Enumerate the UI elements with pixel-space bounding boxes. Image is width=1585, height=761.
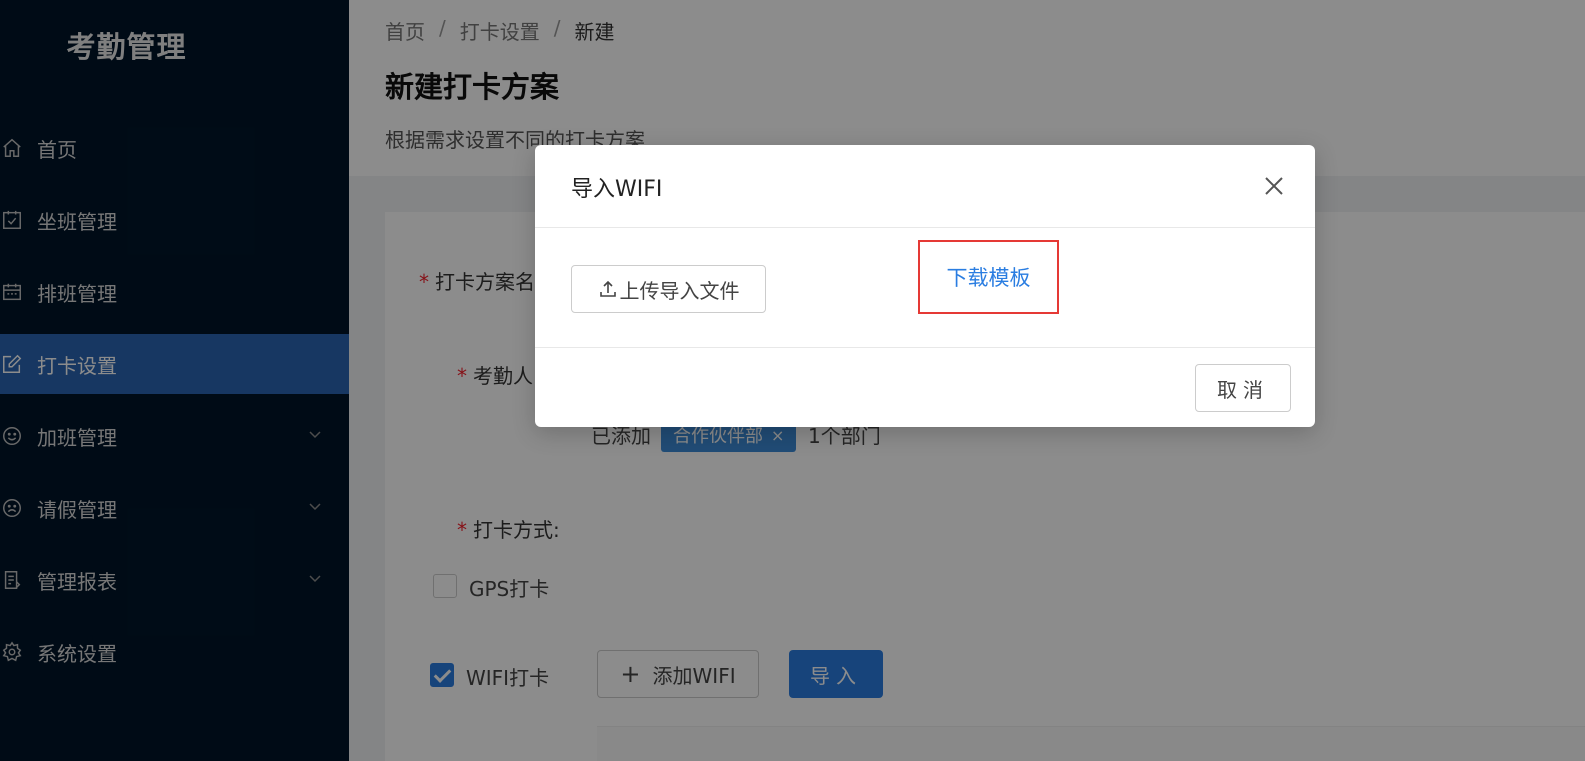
download-template-link[interactable]: 下载模板	[918, 240, 1059, 314]
modal-title: 导入WIFI	[571, 177, 663, 202]
close-icon[interactable]	[1261, 173, 1287, 199]
modal-footer: 取消	[535, 348, 1315, 427]
upload-file-button[interactable]: 上传导入文件	[571, 265, 766, 313]
modal-body: 上传导入文件 下载模板	[535, 228, 1315, 348]
cancel-button[interactable]: 取消	[1195, 364, 1291, 412]
import-wifi-dialog: 导入WIFI 上传导入文件 下载模板 取消	[535, 145, 1315, 427]
upload-icon	[599, 280, 616, 297]
modal-header: 导入WIFI	[535, 145, 1315, 228]
